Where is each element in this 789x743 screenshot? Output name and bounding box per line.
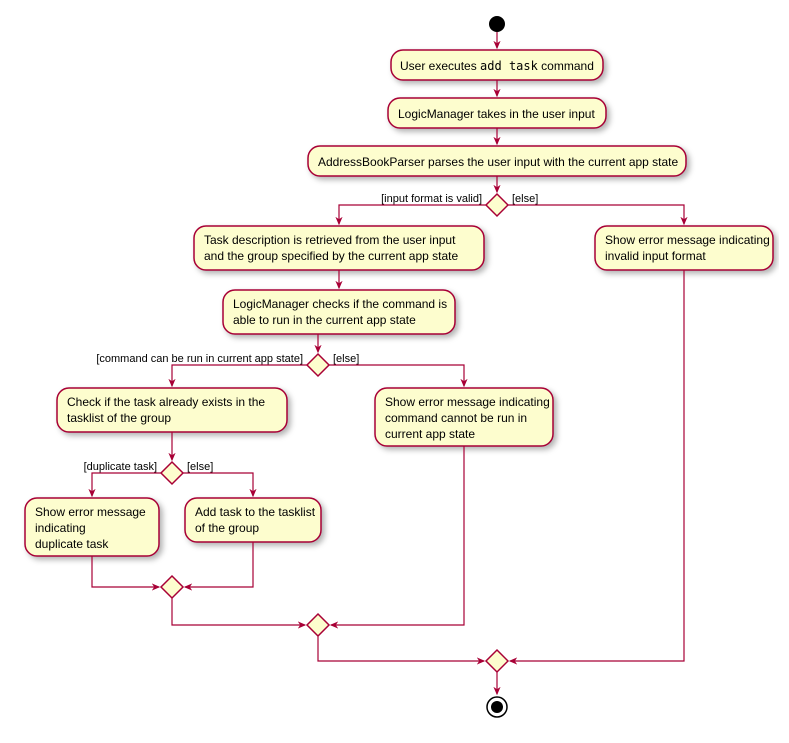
decision-d3: [161, 462, 183, 484]
n5-line1: Show error message indicating: [605, 233, 770, 247]
merge-m2: [307, 614, 329, 636]
n6-line2: able to run in the current app state: [233, 313, 416, 327]
n4-line2: and the group specified by the current a…: [204, 249, 458, 263]
activity-diagram: User executes add task command LogicMana…: [10, 10, 779, 733]
decision-d2: [307, 354, 329, 376]
d3-left-guard: [duplicate task]: [84, 461, 157, 473]
start-node: [489, 16, 505, 32]
n8-line2: command cannot be run in: [385, 411, 527, 425]
n2-text: LogicManager takes in the user input: [398, 107, 595, 121]
n6-line1: LogicManager checks if the command is: [233, 297, 447, 311]
end-node-inner: [491, 701, 503, 713]
d1-right-guard: [else]: [512, 193, 538, 205]
n8-line1: Show error message indicating: [385, 395, 550, 409]
d2-right-guard: [else]: [333, 353, 359, 365]
n8-line3: current app state: [385, 427, 475, 441]
n3-text: AddressBookParser parses the user input …: [318, 155, 679, 169]
d1-left-guard: [input format is valid]: [381, 193, 482, 205]
d2-left-guard: [command can be run in current app state…: [96, 353, 303, 365]
n10-line1: Add task to the tasklist: [195, 505, 316, 519]
n9-line1: Show error message: [35, 505, 146, 519]
n9-line2: indicating: [35, 521, 86, 535]
svg-text:User executes add task command: User executes add task command: [400, 59, 594, 73]
n7-line2: tasklist of the group: [67, 411, 171, 425]
merge-m3: [161, 576, 183, 598]
merge-m1: [486, 650, 508, 672]
n10-line2: of the group: [195, 521, 259, 535]
n1-text-pre: User executes: [400, 59, 480, 73]
n9-line3: duplicate task: [35, 537, 109, 551]
n5-line2: invalid input format: [605, 249, 706, 263]
n7-line1: Check if the task already exists in the: [67, 395, 265, 409]
n1-text-post: command: [538, 59, 594, 73]
n1-text-mono: add task: [480, 59, 539, 73]
decision-d1: [486, 194, 508, 216]
d3-right-guard: [else]: [187, 461, 213, 473]
n4-line1: Task description is retrieved from the u…: [204, 233, 456, 247]
